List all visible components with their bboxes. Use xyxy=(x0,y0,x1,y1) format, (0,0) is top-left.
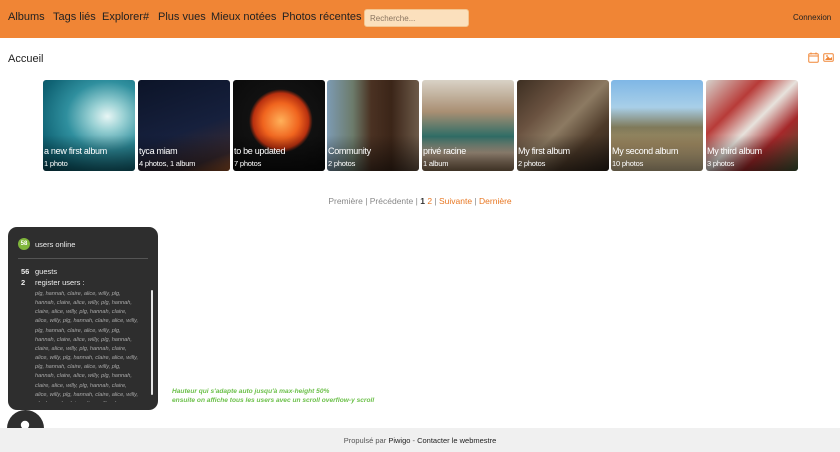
registered-label: register users : xyxy=(35,278,85,287)
login-link[interactable]: Connexion xyxy=(793,13,831,22)
album-count: 2 photos xyxy=(518,159,546,168)
panel-divider xyxy=(18,258,148,259)
album-count: 3 photos xyxy=(707,159,735,168)
nav-photos-recentes[interactable]: Photos récentes xyxy=(282,11,362,23)
pagination-first: Première xyxy=(328,196,363,206)
footer: Propulsé par Piwigo - Contacter le webme… xyxy=(0,428,840,452)
album-card[interactable]: My second album 10 photos xyxy=(611,80,703,171)
album-count: 4 photos, 1 album xyxy=(139,159,196,168)
footer-powered-by: Propulsé par xyxy=(343,436,387,445)
users-list-scrollbar[interactable] xyxy=(151,290,153,395)
nav-tags-lies[interactable]: Tags liés xyxy=(53,11,96,23)
pagination: Première | Précédente | 1 2 | Suivante |… xyxy=(0,196,840,206)
album-count: 7 photos xyxy=(234,159,262,168)
album-card[interactable]: a new first album 1 photo xyxy=(43,80,135,171)
album-card[interactable]: privé racine 1 album xyxy=(422,80,514,171)
calendar-icon[interactable] xyxy=(808,52,819,63)
note-line-1: Hauteur qui s'adapte auto jusqu'à max-he… xyxy=(172,388,330,395)
search-input[interactable]: Recherche... xyxy=(364,9,469,27)
pagination-page-2[interactable]: 2 xyxy=(427,196,432,206)
users-online-title: users online xyxy=(35,240,76,249)
album-title[interactable]: My first album xyxy=(518,146,570,156)
album-title[interactable]: tyca miam xyxy=(139,146,178,156)
online-count-badge: 58 xyxy=(18,238,30,250)
registered-users-list: plg, hannah, claire, alice, willy, plg, … xyxy=(35,291,139,402)
pagination-current-page: 1 xyxy=(420,196,425,206)
album-card[interactable]: Community 2 photos xyxy=(327,80,419,171)
album-card[interactable]: tyca miam 4 photos, 1 album xyxy=(138,80,230,171)
album-title[interactable]: My third album xyxy=(707,146,762,156)
nav-mieux-notees[interactable]: Mieux notées xyxy=(211,11,276,23)
registered-count: 2 xyxy=(21,278,26,287)
album-card[interactable]: My first album 2 photos xyxy=(517,80,609,171)
nav-plus-vues[interactable]: Plus vues xyxy=(158,11,206,23)
album-count: 1 photo xyxy=(44,159,68,168)
page-title: Accueil xyxy=(8,53,44,65)
pagination-prev: Précédente xyxy=(369,196,414,206)
album-title[interactable]: Community xyxy=(328,146,371,156)
nav-explorer[interactable]: Explorer# xyxy=(102,11,149,23)
users-online-panel: 58 users online 56 guests 2 register use… xyxy=(8,227,158,410)
album-count: 1 album xyxy=(423,159,449,168)
album-title[interactable]: a new first album xyxy=(44,146,107,156)
pagination-last[interactable]: Dernière xyxy=(479,196,512,206)
album-title[interactable]: to be updated xyxy=(234,146,285,156)
album-title[interactable]: privé racine xyxy=(423,146,466,156)
slideshow-icon[interactable] xyxy=(823,52,834,63)
album-count: 10 photos xyxy=(612,159,644,168)
nav-albums[interactable]: Albums xyxy=(8,11,45,23)
album-card[interactable]: to be updated 7 photos xyxy=(233,80,325,171)
guests-count: 56 xyxy=(21,267,30,276)
contact-webmaster-link[interactable]: Contacter le webmestre xyxy=(417,436,496,445)
footer-text: Propulsé par Piwigo - Contacter le webme… xyxy=(0,436,840,445)
guests-label: guests xyxy=(35,267,58,276)
pagination-next[interactable]: Suivante xyxy=(439,196,472,206)
top-navbar: Albums Tags liés Explorer# Plus vues Mie… xyxy=(0,0,840,38)
album-title[interactable]: My second album xyxy=(612,146,678,156)
note-line-2: ensuite on affiche tous les users avec u… xyxy=(172,397,375,404)
album-count: 2 photos xyxy=(328,159,356,168)
piwigo-link[interactable]: Piwigo xyxy=(388,436,410,445)
album-card[interactable]: My third album 3 photos xyxy=(706,80,798,171)
